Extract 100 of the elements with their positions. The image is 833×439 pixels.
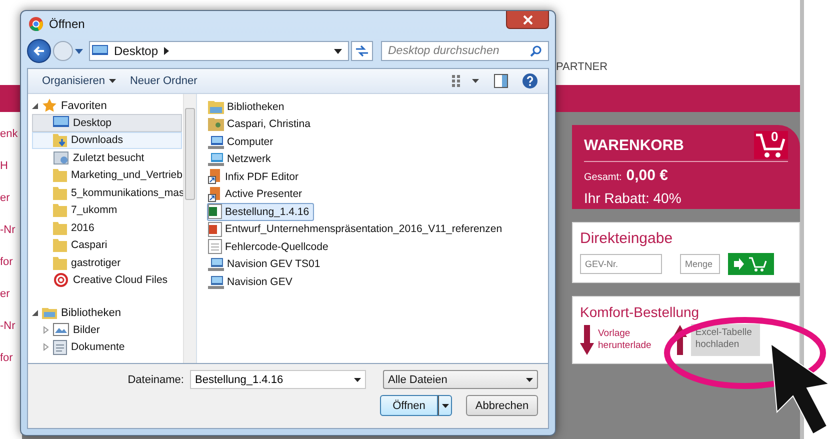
text-file-icon bbox=[208, 239, 222, 254]
desktop-icon bbox=[92, 45, 108, 57]
file-item[interactable]: Bestellung_1.4.16 bbox=[207, 203, 314, 220]
folder-icon bbox=[53, 186, 67, 200]
preview-pane-icon[interactable] bbox=[494, 74, 508, 88]
cut-text: enk bbox=[0, 128, 19, 140]
nav-item[interactable]: Bilder bbox=[32, 321, 182, 338]
cut-text: -Nr bbox=[0, 320, 16, 332]
arrow-down-icon bbox=[580, 324, 594, 355]
view-options-icon[interactable] bbox=[452, 75, 480, 87]
search-field[interactable]: Desktop durchsuchen bbox=[381, 41, 549, 61]
recent-places-icon bbox=[53, 150, 69, 165]
total-label: Gesamt: bbox=[584, 172, 622, 183]
network-icon bbox=[208, 152, 224, 166]
file-item[interactable]: Netzwerk bbox=[207, 150, 276, 168]
cart-title: WARENKORB bbox=[584, 136, 684, 154]
document-icon bbox=[53, 340, 67, 355]
nav-item[interactable]: 7_ukomm bbox=[32, 202, 182, 219]
cancel-button[interactable]: Abbrechen bbox=[466, 395, 538, 416]
library-folder-icon bbox=[208, 100, 224, 114]
cart-count: 0 bbox=[771, 129, 778, 144]
close-button[interactable] bbox=[506, 11, 549, 29]
file-item[interactable]: Bibliotheken bbox=[207, 98, 290, 116]
cut-text: er bbox=[0, 288, 11, 300]
shortcut-icon bbox=[208, 186, 222, 202]
input-field[interactable]: GEV-Nr. bbox=[580, 254, 662, 274]
discount-text: Ihr Rabatt: 40% bbox=[584, 190, 682, 206]
close-icon bbox=[522, 14, 532, 24]
address-bar[interactable]: Desktop bbox=[89, 41, 349, 61]
cart-icon[interactable]: 0 bbox=[754, 131, 788, 159]
file-item[interactable]: Computer bbox=[207, 133, 278, 150]
window-title: Öffnen bbox=[49, 17, 85, 31]
caret-icon bbox=[442, 404, 448, 408]
refresh-icon bbox=[355, 45, 369, 57]
folder-icon bbox=[53, 238, 67, 252]
download-folder-icon bbox=[53, 133, 67, 148]
panel-title: Direkteingabe bbox=[580, 230, 674, 247]
nav-item[interactable]: 5_kommunikations_mas bbox=[32, 184, 182, 202]
expander-icon[interactable] bbox=[32, 310, 38, 316]
caret-icon[interactable] bbox=[334, 48, 342, 54]
refresh-button[interactable] bbox=[351, 41, 373, 61]
nav-item[interactable]: Zuletzt besucht bbox=[32, 149, 182, 166]
nav-item[interactable]: 2016 bbox=[32, 219, 182, 236]
back-button[interactable] bbox=[27, 39, 51, 63]
filename-field[interactable]: Bestellung_1.4.16 bbox=[190, 370, 366, 389]
nav-group[interactable]: Favoriten bbox=[61, 100, 107, 112]
chevron-icon[interactable] bbox=[164, 47, 170, 55]
user-folder-icon bbox=[208, 117, 224, 132]
caret-icon bbox=[108, 79, 116, 83]
organize-menu[interactable]: Organisieren bbox=[42, 75, 116, 87]
dropdown-button[interactable] bbox=[438, 395, 452, 416]
file-item[interactable]: Navision GEV bbox=[207, 273, 298, 290]
help-icon[interactable] bbox=[522, 73, 538, 89]
file-item[interactable]: Caspari, Christina bbox=[207, 116, 316, 133]
folder-icon bbox=[53, 220, 67, 235]
app-icon bbox=[208, 274, 224, 289]
nav-item[interactable]: Creative Cloud Files bbox=[32, 272, 182, 289]
presentation-icon bbox=[208, 222, 222, 237]
open-button[interactable]: Öffnen bbox=[380, 395, 438, 416]
pictures-icon bbox=[53, 323, 69, 336]
panel-title: Komfort-Bestellung bbox=[580, 304, 700, 320]
desktop-icon bbox=[53, 116, 69, 130]
search-icon[interactable] bbox=[530, 45, 542, 57]
back-arrow-icon bbox=[33, 45, 45, 57]
star-icon bbox=[42, 98, 57, 113]
arrow-up-icon bbox=[673, 324, 688, 355]
new-folder-button[interactable]: Neuer Ordner bbox=[130, 75, 198, 87]
cut-text: for bbox=[0, 352, 14, 364]
file-type-dropdown[interactable]: Alle Dateien bbox=[383, 370, 538, 389]
nav-item[interactable]: Desktop bbox=[32, 114, 182, 132]
folder-icon bbox=[53, 168, 67, 182]
filename-label: Dateiname: bbox=[128, 374, 184, 386]
caret-icon bbox=[526, 378, 533, 382]
nav-group[interactable]: Bibliotheken bbox=[61, 306, 121, 318]
nav-item[interactable]: Dokumente bbox=[32, 338, 182, 356]
file-item[interactable]: Active Presenter bbox=[207, 186, 308, 203]
file-item[interactable]: Fehlercode-Quellcode bbox=[207, 238, 334, 256]
spreadsheet-icon bbox=[208, 204, 222, 220]
nav-item[interactable]: Marketing_und_Vertrieb bbox=[32, 166, 182, 184]
add-to-cart-button[interactable] bbox=[728, 253, 774, 275]
nav-item[interactable]: Downloads bbox=[32, 132, 182, 149]
nav-link[interactable]: PARTNER bbox=[556, 61, 608, 73]
file-item[interactable]: Entwurf_Unternehmenspräsentation_2016_V11_referenzen bbox=[207, 220, 508, 238]
nav-item[interactable]: gastrotiger bbox=[32, 254, 182, 272]
action-link[interactable]: Vorlage herunterlade bbox=[598, 328, 652, 352]
cut-text: for bbox=[0, 256, 14, 268]
browser-icon bbox=[29, 17, 43, 31]
action-link[interactable]: Excel-Tabelle hochladen bbox=[691, 324, 760, 356]
file-item[interactable]: Infix PDF Editor bbox=[207, 168, 304, 186]
cloud-files-icon bbox=[53, 273, 69, 288]
folder-icon bbox=[53, 203, 67, 218]
expander-icon[interactable] bbox=[32, 102, 38, 108]
library-folder-icon bbox=[42, 306, 57, 319]
scrollbar[interactable] bbox=[183, 94, 196, 363]
nav-item[interactable]: Caspari bbox=[32, 236, 182, 254]
folder-icon bbox=[53, 256, 67, 270]
shortcut-icon bbox=[208, 169, 222, 184]
cut-text: -Nr bbox=[0, 224, 16, 236]
file-item[interactable]: Navision GEV TS01 bbox=[207, 256, 326, 273]
input-field[interactable]: Menge bbox=[680, 254, 720, 274]
